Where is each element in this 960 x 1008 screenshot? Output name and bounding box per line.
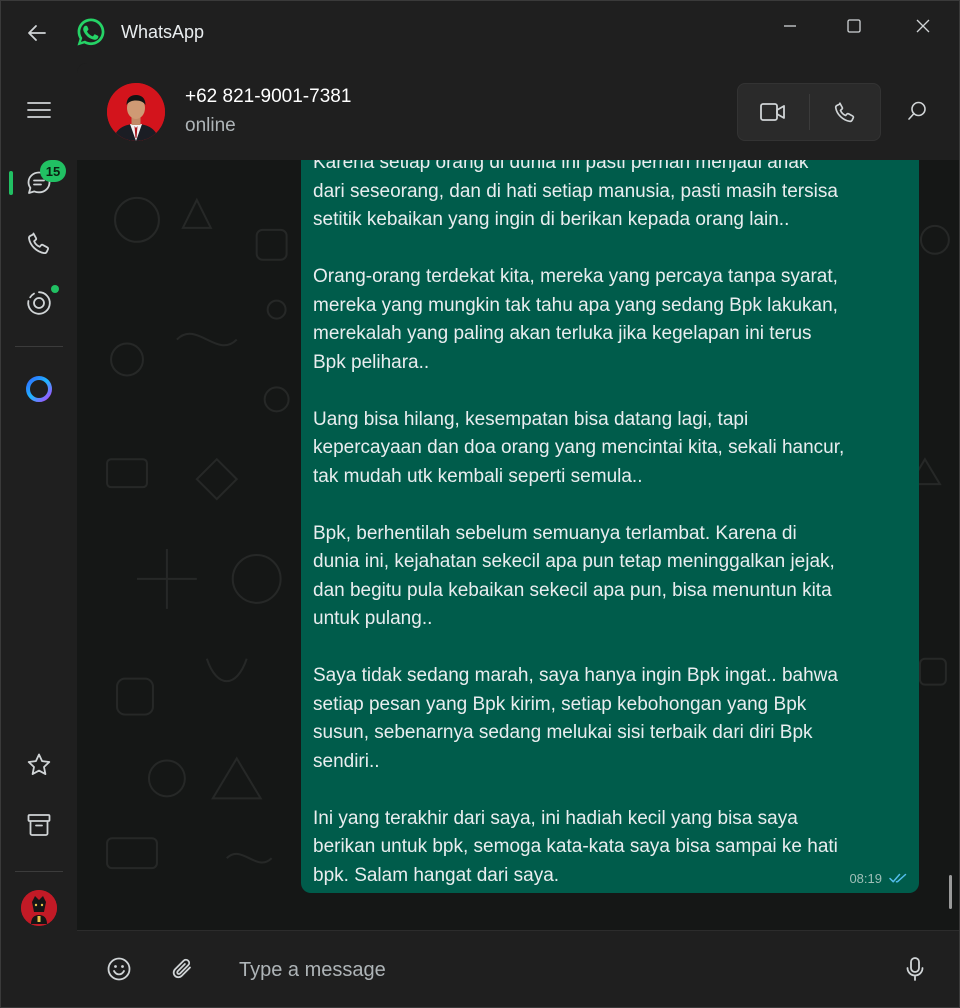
chat-header: +62 821-9001-7381 online	[77, 63, 959, 160]
microphone-icon	[906, 957, 924, 981]
message-text: Karena setiap orang di dunia ini pasti p…	[313, 160, 845, 886]
meta-ai-ring-icon	[26, 376, 52, 402]
maximize-button[interactable]	[832, 11, 876, 41]
back-button[interactable]	[19, 15, 55, 51]
profile-avatar-image	[21, 890, 57, 926]
emoji-icon	[107, 957, 131, 981]
sidebar-divider	[15, 346, 63, 347]
read-receipt-icon	[889, 873, 907, 883]
maximize-icon	[847, 19, 861, 33]
voice-message-button[interactable]	[893, 947, 937, 991]
star-icon	[27, 753, 51, 775]
outgoing-message-bubble[interactable]: Karena setiap orang di dunia ini pasti p…	[301, 160, 919, 893]
message-list[interactable]: Karena setiap orang di dunia ini pasti p…	[77, 160, 959, 931]
menu-button[interactable]	[19, 90, 59, 130]
minimize-button[interactable]	[768, 11, 812, 41]
message-input[interactable]	[237, 951, 841, 989]
archive-icon	[27, 814, 51, 836]
message-composer	[77, 930, 959, 1007]
status-icon	[27, 291, 51, 315]
message-time: 08:19	[849, 871, 882, 886]
hamburger-menu-icon	[27, 102, 51, 118]
sidebar-divider	[15, 871, 63, 872]
attach-button[interactable]	[161, 947, 205, 991]
left-sidebar	[1, 63, 77, 1007]
sidebar-item-calls[interactable]	[19, 223, 59, 263]
video-call-button[interactable]	[738, 84, 808, 140]
chat-pane: +62 821-9001-7381 online Karena setiap o…	[77, 63, 959, 1007]
sidebar-item-meta-ai[interactable]	[19, 369, 59, 409]
active-indicator	[9, 171, 13, 195]
emoji-button[interactable]	[97, 947, 141, 991]
phone-icon	[28, 232, 50, 255]
app-title: WhatsApp	[121, 22, 205, 42]
scrollbar-thumb[interactable]	[949, 875, 952, 909]
profile-avatar[interactable]	[21, 890, 57, 926]
contact-photo	[107, 83, 165, 141]
paperclip-icon	[172, 958, 191, 979]
close-icon	[916, 19, 930, 33]
phone-icon	[834, 102, 855, 123]
back-arrow-icon	[28, 25, 46, 41]
sidebar-item-starred[interactable]	[19, 745, 59, 785]
sidebar-item-archived[interactable]	[19, 805, 59, 845]
close-button[interactable]	[901, 11, 945, 41]
call-button-group	[737, 83, 881, 141]
contact-name[interactable]: +62 821-9001-7381	[185, 86, 351, 108]
whatsapp-logo-icon	[77, 18, 105, 46]
video-camera-icon	[760, 103, 785, 121]
title-bar: WhatsApp	[1, 1, 959, 63]
search-button[interactable]	[895, 89, 939, 133]
status-update-dot	[51, 285, 59, 293]
app-window: WhatsApp 15 +62 821-9001-7381 online Kar…	[0, 0, 960, 1008]
search-icon	[908, 101, 926, 120]
minimize-icon	[784, 25, 796, 27]
contact-avatar[interactable]	[107, 83, 165, 141]
unread-badge: 15	[40, 160, 66, 182]
voice-call-button[interactable]	[810, 84, 880, 140]
contact-status: online	[185, 115, 236, 136]
